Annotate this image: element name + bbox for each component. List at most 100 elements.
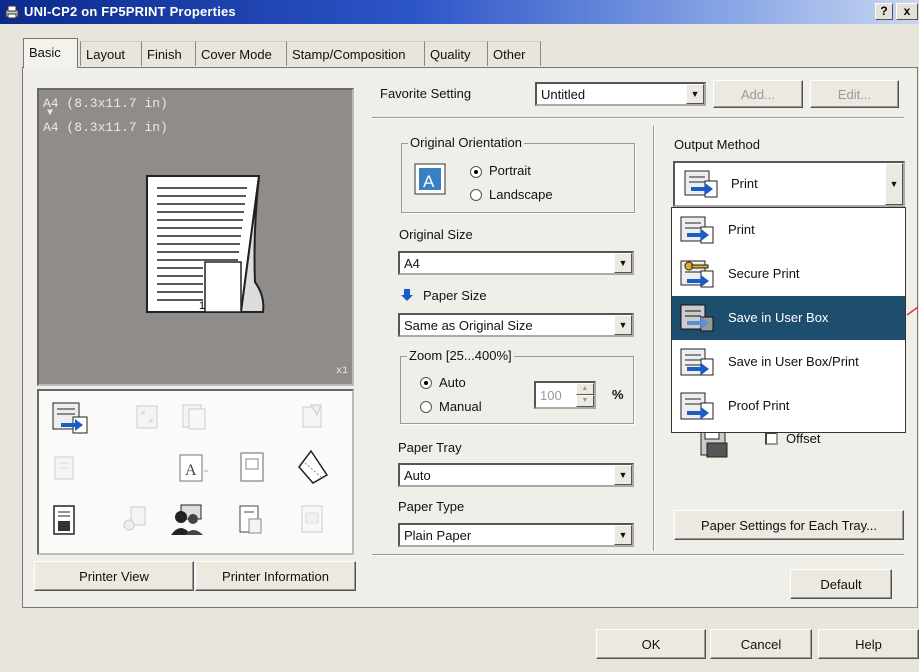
- help-title-button[interactable]: ?: [875, 3, 893, 20]
- zoom-auto-label: Auto: [439, 375, 466, 390]
- original-size-value: A4: [404, 256, 420, 271]
- save-in-user-box-icon: [680, 304, 714, 332]
- output-option-label: Secure Print: [728, 266, 800, 281]
- portrait-radio[interactable]: [470, 166, 482, 178]
- vertical-divider: [653, 126, 655, 551]
- stepper-up-icon[interactable]: ▲: [576, 383, 594, 395]
- preview-paper-size: A4 (8.3x11.7 in): [43, 120, 168, 135]
- chevron-down-icon[interactable]: ▼: [614, 465, 632, 485]
- landscape-label: Landscape: [489, 187, 553, 202]
- output-option-label: Save in User Box: [728, 310, 829, 325]
- chevron-down-icon[interactable]: ▼: [686, 84, 704, 104]
- chevron-down-icon[interactable]: ▼: [614, 253, 632, 273]
- chevron-down-icon[interactable]: ▼: [614, 525, 632, 545]
- paper-tray-label: Paper Tray: [398, 440, 462, 455]
- tab-basic[interactable]: Basic: [23, 38, 78, 68]
- print-icon: [680, 216, 714, 244]
- output-option-print[interactable]: Print: [672, 208, 905, 252]
- zoom-value: 100: [540, 388, 562, 403]
- portrait-page-icon: A: [414, 163, 446, 195]
- save-and-print-icon: [680, 348, 714, 376]
- paper-settings-button[interactable]: Paper Settings for Each Tray...: [674, 510, 904, 540]
- output-option-label: Print: [728, 222, 755, 237]
- close-button[interactable]: x: [896, 3, 918, 20]
- landscape-radio[interactable]: [470, 189, 482, 201]
- output-option-secure-print[interactable]: Secure Print: [672, 252, 905, 296]
- paper-size-label: Paper Size: [423, 288, 487, 303]
- orientation-icon: A: [179, 454, 208, 482]
- watermark-icon: [301, 505, 323, 533]
- printer-information-button[interactable]: Printer Information: [195, 561, 356, 591]
- paper-tray-select[interactable]: Auto ▼: [398, 463, 634, 487]
- divider: [372, 554, 904, 556]
- favorite-setting-label: Favorite Setting: [380, 86, 472, 101]
- booklet-icon: [302, 404, 322, 428]
- tab-cover-mode[interactable]: Cover Mode: [195, 41, 286, 66]
- favorite-setting-value: Untitled: [541, 87, 586, 102]
- zoom-manual-label: Manual: [439, 399, 482, 414]
- offset-label: Offset: [786, 431, 821, 446]
- tab-quality[interactable]: Quality: [424, 41, 487, 66]
- proof-print-icon: [680, 392, 714, 420]
- preview-arrow-icon: ▼: [47, 108, 54, 119]
- output-method-select[interactable]: Print ▼: [673, 161, 905, 207]
- zoom-label: Zoom [25...400%]: [407, 348, 514, 363]
- duplex-icon: [182, 404, 206, 430]
- chevron-down-icon[interactable]: ▼: [885, 163, 903, 205]
- offset-checkbox[interactable]: [765, 432, 778, 445]
- paper-type-label: Paper Type: [398, 499, 465, 514]
- secure-print-key-icon: [680, 260, 714, 288]
- chevron-down-icon[interactable]: ▼: [614, 315, 632, 335]
- printer-app-icon: [5, 5, 19, 19]
- print-preview: A4 (8.3x11.7 in) ▼ A4 (8.3x11.7 in) 1 x1: [37, 88, 354, 386]
- add-favorite-button[interactable]: Add...: [713, 80, 803, 108]
- cover-icon: [53, 505, 75, 535]
- down-arrow-icon: [401, 289, 413, 301]
- portrait-label: Portrait: [489, 163, 531, 178]
- tab-other[interactable]: Other: [487, 41, 541, 66]
- cancel-button[interactable]: Cancel: [710, 629, 812, 659]
- paper-size-value: Same as Original Size: [404, 318, 533, 333]
- default-button[interactable]: Default: [790, 569, 892, 599]
- overlay-icon: [239, 505, 262, 534]
- output-method-value: Print: [731, 176, 758, 191]
- staple-icon: [240, 452, 264, 482]
- stepper-down-icon[interactable]: ▼: [576, 395, 594, 407]
- original-orientation-label: Original Orientation: [408, 135, 524, 150]
- preview-original-size: A4 (8.3x11.7 in): [43, 96, 168, 111]
- output-option-save-in-user-box[interactable]: Save in User Box: [672, 296, 905, 340]
- paper-tray-value: Auto: [404, 468, 431, 483]
- edit-favorite-button[interactable]: Edit...: [810, 80, 899, 108]
- fold-icon: [298, 449, 329, 484]
- collate-icon: [54, 456, 74, 480]
- output-print-icon: [52, 402, 88, 434]
- n-up-icon: [136, 405, 158, 429]
- function-icon-panel: A: [37, 389, 354, 555]
- title-bar[interactable]: UNI-CP2 on FP5PRINT Properties ? x: [0, 0, 919, 24]
- zoom-auto-radio[interactable]: [420, 377, 432, 389]
- output-option-save-in-user-box-print[interactable]: Save in User Box/Print: [672, 340, 905, 384]
- paper-size-select[interactable]: Same as Original Size ▼: [398, 313, 634, 337]
- window-title: UNI-CP2 on FP5PRINT Properties: [24, 4, 236, 19]
- svg-text:A: A: [423, 172, 435, 191]
- paper-type-value: Plain Paper: [404, 528, 472, 543]
- tab-finish[interactable]: Finish: [141, 41, 195, 66]
- print-output-icon: [684, 170, 718, 198]
- help-button[interactable]: Help: [818, 629, 919, 659]
- printer-view-button[interactable]: Printer View: [34, 561, 194, 591]
- tab-stamp-composition[interactable]: Stamp/Composition: [286, 41, 424, 66]
- preview-page-number: 1: [199, 300, 205, 312]
- tab-layout[interactable]: Layout: [80, 41, 141, 66]
- output-option-label: Proof Print: [728, 398, 790, 413]
- favorite-setting-select[interactable]: Untitled ▼: [535, 82, 706, 106]
- output-option-proof-print[interactable]: Proof Print: [672, 384, 905, 428]
- zoom-unit: %: [612, 387, 624, 402]
- original-size-select[interactable]: A4 ▼: [398, 251, 634, 275]
- divider: [372, 117, 904, 119]
- paper-type-select[interactable]: Plain Paper ▼: [398, 523, 634, 547]
- preview-copies: x1: [336, 366, 349, 377]
- zoom-manual-radio[interactable]: [420, 401, 432, 413]
- ok-button[interactable]: OK: [596, 629, 706, 659]
- zoom-value-stepper[interactable]: 100 ▲ ▼: [534, 381, 596, 409]
- output-method-dropdown[interactable]: Print Secure Print Save in User Box Save…: [671, 207, 906, 433]
